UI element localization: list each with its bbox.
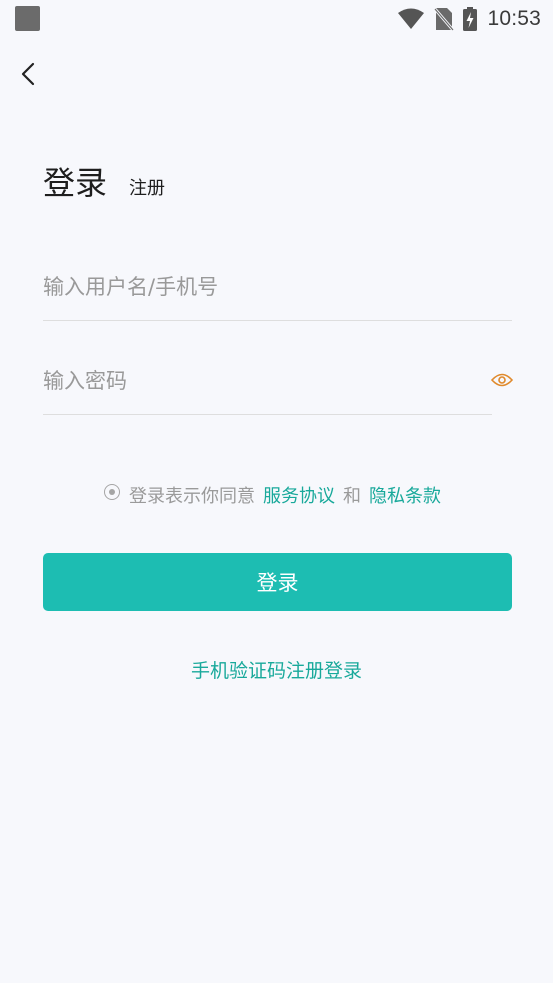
status-time: 10:53 (487, 7, 541, 30)
agreement-conjunction: 和 (343, 486, 361, 507)
agreement-row: 登录表示你同意 服务协议 和 隐私条款 (0, 482, 553, 508)
back-button[interactable] (10, 56, 46, 92)
username-field-container (43, 258, 512, 321)
agreement-prefix: 登录表示你同意 (129, 486, 255, 507)
notification-square-icon (15, 6, 40, 31)
password-visibility-toggle[interactable] (490, 369, 514, 391)
no-sim-icon (434, 8, 455, 31)
sms-login-link[interactable]: 手机验证码注册登录 (0, 656, 553, 683)
password-field-container (43, 352, 492, 415)
status-icons: 10:53 (397, 4, 541, 34)
wifi-icon (398, 8, 425, 29)
auth-tabs: 登录 注册 (43, 158, 165, 208)
username-input[interactable] (43, 258, 512, 316)
login-button[interactable]: 登录 (43, 553, 512, 611)
tab-register[interactable]: 注册 (129, 174, 165, 200)
tab-login[interactable]: 登录 (43, 158, 107, 204)
terms-link[interactable]: 服务协议 (263, 482, 335, 508)
agreement-radio[interactable] (104, 484, 120, 500)
chevron-left-icon (21, 62, 35, 86)
eye-icon (491, 373, 513, 387)
status-bar: 10:53 (0, 0, 553, 38)
password-input[interactable] (43, 352, 473, 410)
privacy-link[interactable]: 隐私条款 (369, 482, 441, 508)
battery-charging-icon (463, 7, 478, 31)
